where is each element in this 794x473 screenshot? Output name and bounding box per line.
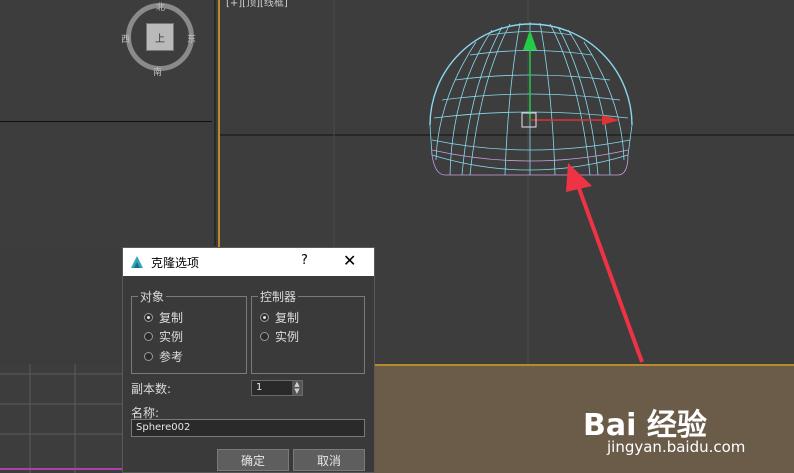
annotation-arrow-shaft: [574, 179, 644, 363]
viewcube[interactable]: 上: [126, 3, 194, 71]
object-group: 对象 复制 实例 参考: [131, 288, 247, 374]
help-icon[interactable]: ?: [301, 253, 308, 268]
viewcube-north: 北: [156, 3, 166, 13]
spinner-down-icon[interactable]: ▼: [292, 388, 302, 395]
radio-label: 复制: [275, 311, 300, 325]
radio-reference[interactable]: 参考: [144, 348, 183, 365]
radio-dot[interactable]: [260, 313, 269, 322]
copies-spinner[interactable]: 1 ▲ ▼: [251, 380, 303, 396]
gizmo-y-arrow: [523, 30, 537, 50]
viewcube-face-label: 上: [155, 34, 165, 45]
radio-label: 实例: [159, 330, 184, 344]
clone-options-dialog: 克隆选项 ? ✕ 对象 复制 实例 参考 控制器 复制 实例 副本数: 1 ▲ …: [122, 247, 375, 473]
dialog-titlebar[interactable]: 克隆选项 ? ✕: [123, 248, 374, 276]
close-icon[interactable]: ✕: [343, 251, 356, 270]
radio-copy[interactable]: 复制: [144, 309, 183, 326]
copies-label: 副本数:: [131, 382, 172, 396]
cancel-button[interactable]: 取消: [293, 449, 365, 471]
ok-button[interactable]: 确定: [217, 449, 289, 471]
controller-group-title: 控制器: [258, 288, 299, 305]
radio-dot[interactable]: [144, 313, 153, 322]
radio-label: 实例: [275, 330, 300, 344]
viewcube-west: 西: [121, 35, 131, 45]
radio-instance[interactable]: 实例: [144, 328, 183, 345]
watermark-url: jingyan.baidu.com: [607, 438, 746, 456]
radio-controller-copy[interactable]: 复制: [260, 309, 299, 326]
copies-value[interactable]: 1: [256, 382, 262, 393]
viewcube-south: 南: [153, 68, 163, 78]
radio-label: 复制: [159, 311, 184, 325]
app-icon: [131, 256, 143, 268]
radio-dot[interactable]: [144, 332, 153, 341]
radio-dot[interactable]: [260, 332, 269, 341]
axis-line: [0, 121, 212, 122]
annotation-arrow-head: [566, 163, 592, 192]
controller-group: 控制器 复制 实例: [251, 288, 365, 374]
viewport-top[interactable]: 上 北 西 东 南: [0, 0, 216, 246]
baidu-watermark: Bai 经验 jingyan.baidu.com: [583, 400, 783, 470]
name-input[interactable]: Sphere002: [131, 419, 365, 437]
viewcube-face[interactable]: 上: [146, 23, 174, 51]
dialog-title: 克隆选项: [151, 255, 200, 270]
radio-label: 参考: [159, 350, 184, 364]
radio-controller-instance[interactable]: 实例: [260, 328, 299, 345]
object-group-title: 对象: [138, 288, 167, 305]
perspective-grid: [0, 364, 122, 473]
viewcube-east: 东: [187, 35, 197, 45]
radio-dot[interactable]: [144, 352, 153, 361]
viewport-perspective-left[interactable]: [0, 364, 122, 473]
